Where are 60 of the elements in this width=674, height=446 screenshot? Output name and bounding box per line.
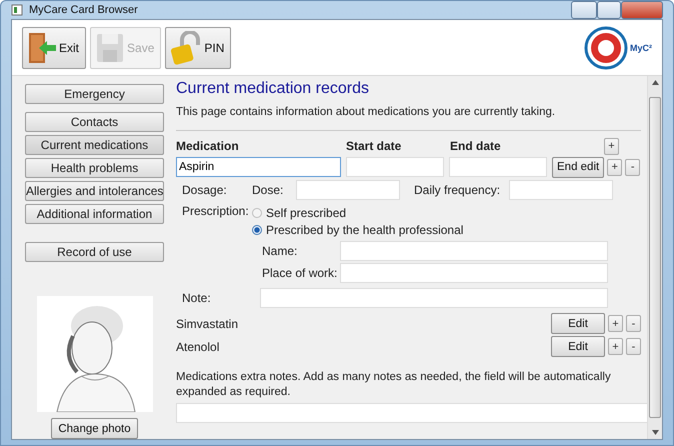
column-header: Start date bbox=[346, 139, 402, 153]
field-label: Dosage: bbox=[181, 183, 228, 197]
end-date-field[interactable] bbox=[449, 157, 547, 177]
page-title: Current medication records bbox=[176, 80, 370, 99]
radio-button[interactable] bbox=[252, 224, 262, 234]
column-header: End date bbox=[450, 139, 502, 153]
name-field[interactable] bbox=[340, 241, 608, 261]
field-label: Dose: bbox=[252, 183, 284, 197]
record-of-use-button[interactable]: Record of use bbox=[25, 242, 164, 262]
radio-button[interactable] bbox=[252, 208, 262, 218]
medication-name: Simvastatin bbox=[176, 316, 238, 330]
extra-notes-text: Medications extra notes. Add as many notes as needed, the field will be automatically expanded as required. bbox=[176, 370, 612, 400]
change-photo-button[interactable]: Change photo bbox=[51, 418, 138, 439]
field-label: Place of work: bbox=[261, 266, 338, 280]
sidebar-item[interactable]: Contacts bbox=[25, 112, 164, 132]
radio-label[interactable]: Self prescribed bbox=[266, 206, 346, 220]
medication-field[interactable]: Aspirin bbox=[176, 157, 341, 177]
page-description: This page contains information about medications you are currently taking. bbox=[176, 106, 556, 118]
scroll-down-icon[interactable] bbox=[652, 430, 658, 435]
note-field[interactable] bbox=[260, 288, 608, 308]
add-button[interactable]: + bbox=[604, 138, 619, 154]
field-label: Note: bbox=[181, 291, 212, 305]
scroll-up-icon[interactable] bbox=[652, 80, 658, 85]
close-button[interactable] bbox=[621, 1, 663, 19]
dose-field[interactable] bbox=[296, 180, 400, 200]
remove-button[interactable]: - bbox=[626, 338, 641, 355]
field-label: Prescription: bbox=[181, 204, 250, 218]
edit-button[interactable]: Edit bbox=[551, 336, 605, 357]
sidebar-item[interactable]: Health problems bbox=[25, 158, 164, 178]
sidebar-item[interactable]: Emergency bbox=[25, 84, 164, 104]
field-label: Daily frequency: bbox=[414, 183, 502, 197]
maximize-button[interactable] bbox=[597, 1, 621, 19]
scrollbar-thumb[interactable] bbox=[649, 97, 661, 418]
edit-button[interactable]: Edit bbox=[551, 313, 605, 334]
sidebar-item[interactable]: Additional information bbox=[25, 204, 164, 224]
column-header: Medication bbox=[176, 139, 240, 153]
daily-frequency-field[interactable] bbox=[509, 180, 613, 200]
radio-label[interactable]: Prescribed by the health professional bbox=[266, 222, 464, 236]
add-button[interactable]: + bbox=[607, 158, 622, 176]
medication-name: Atenolol bbox=[176, 340, 220, 354]
sidebar-item[interactable]: Current medications bbox=[25, 135, 164, 155]
door-icon bbox=[27, 30, 57, 64]
minimize-button[interactable] bbox=[571, 1, 597, 19]
app-icon bbox=[11, 4, 23, 16]
end-edit-button[interactable]: End edit bbox=[552, 156, 604, 178]
add-button[interactable]: + bbox=[608, 315, 623, 332]
logo-text: MyC² bbox=[630, 42, 652, 52]
pin-button[interactable]: PIN bbox=[165, 26, 232, 68]
remove-button[interactable]: - bbox=[626, 315, 641, 332]
add-button[interactable]: + bbox=[608, 338, 623, 355]
extra-notes-field[interactable] bbox=[176, 403, 650, 423]
remove-button[interactable]: - bbox=[625, 158, 640, 176]
padlock-icon bbox=[170, 30, 202, 64]
start-date-field[interactable] bbox=[346, 157, 444, 177]
logo-icon bbox=[584, 26, 628, 70]
place-of-work-field[interactable] bbox=[340, 263, 608, 283]
sidebar-item[interactable]: Allergies and intolerances bbox=[25, 181, 164, 201]
window-title: MyCare Card Browser bbox=[29, 4, 139, 16]
exit-button[interactable]: Exit bbox=[22, 26, 86, 68]
field-label: Name: bbox=[261, 244, 298, 258]
